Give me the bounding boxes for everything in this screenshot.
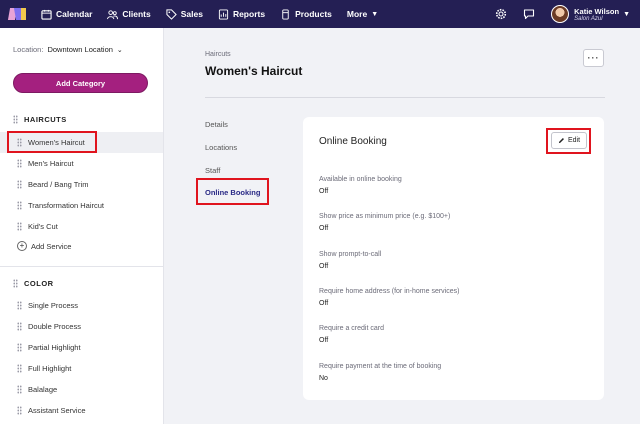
add-service-label: Add Service (31, 241, 72, 251)
service-label: Transformation Haircut (28, 201, 104, 210)
service-label: Beard / Bang Trim (28, 180, 89, 189)
location-label: Location: (13, 45, 44, 54)
user-menu[interactable]: Katie Wilson Salon Azul (574, 7, 619, 22)
service-item-balalage[interactable]: Balalage (0, 379, 163, 400)
drag-handle-icon[interactable] (17, 385, 22, 394)
setting-value-prompt-to-call: Off (319, 263, 329, 270)
service-label: Full Highlight (28, 364, 72, 373)
nav-calendar-label: Calendar (56, 9, 93, 19)
service-item-kids-cut[interactable]: Kid's Cut (0, 216, 163, 237)
drag-handle-icon[interactable] (17, 159, 22, 168)
service-item-assistant-service[interactable]: Assistant Service (0, 400, 163, 421)
service-item-partial-highlight[interactable]: Partial Highlight (0, 337, 163, 358)
nav-sales-label: Sales (180, 9, 203, 19)
highlight-box-edit (546, 128, 591, 154)
chevron-down-icon: ⌄ (116, 46, 123, 54)
service-label: Partial Highlight (28, 343, 81, 352)
setting-value-home-address: Off (319, 300, 329, 307)
service-item-single-process[interactable]: Single Process (0, 295, 163, 316)
settings-gear-icon[interactable] (487, 0, 515, 28)
user-chevron-down-icon[interactable]: ▼ (623, 11, 630, 18)
drag-handle-icon[interactable] (17, 322, 22, 331)
clients-icon (107, 9, 119, 20)
setting-label-available: Available in online booking (319, 176, 402, 183)
drag-handle-icon[interactable] (17, 364, 22, 373)
drag-handle-icon[interactable] (17, 222, 22, 231)
service-item-beard-bang-trim[interactable]: Beard / Bang Trim (0, 174, 163, 195)
nav-products[interactable]: Products (280, 8, 332, 20)
calendar-icon (41, 9, 52, 20)
service-label: Double Process (28, 322, 81, 331)
service-item-full-highlight[interactable]: Full Highlight (0, 358, 163, 379)
highlight-box-womens-haircut (7, 131, 97, 153)
drag-handle-icon[interactable] (13, 115, 18, 124)
setting-label-credit-card: Require a credit card (319, 325, 384, 332)
drag-handle-icon[interactable] (17, 406, 22, 415)
add-service-button[interactable]: + Add Service (17, 241, 71, 251)
subnav-staff[interactable]: Staff (205, 166, 220, 175)
drag-handle-icon[interactable] (17, 180, 22, 189)
setting-label-payment-at-booking: Require payment at the time of booking (319, 363, 442, 370)
drag-handle-icon[interactable] (17, 201, 22, 210)
products-icon (280, 8, 291, 20)
setting-value-payment-at-booking: No (319, 375, 328, 382)
nav-clients-label: Clients (122, 9, 151, 19)
sidebar: Location: Downtown Location ⌄ Add Catego… (0, 28, 164, 424)
category-header-haircuts[interactable]: HAIRCUTS (13, 115, 67, 124)
top-nav: Calendar Clients Sales Reports Products … (0, 0, 640, 28)
more-options-button[interactable]: ··· (583, 49, 604, 67)
user-avatar[interactable] (551, 5, 570, 23)
location-selector[interactable]: Location: Downtown Location ⌄ (13, 45, 123, 54)
plus-circle-icon: + (17, 241, 27, 251)
add-category-button[interactable]: Add Category (13, 73, 148, 93)
nav-more[interactable]: More ▼ (347, 9, 378, 19)
setting-label-min-price: Show price as minimum price (e.g. $100+) (319, 213, 451, 220)
location-value: Downtown Location (47, 45, 113, 54)
category-name: COLOR (24, 279, 54, 288)
setting-value-credit-card: Off (319, 337, 329, 344)
subnav-locations[interactable]: Locations (205, 143, 237, 152)
service-item-transformation-haircut[interactable]: Transformation Haircut (0, 195, 163, 216)
page-title: Women's Haircut (205, 64, 303, 78)
nav-calendar[interactable]: Calendar (41, 9, 92, 20)
category-name: HAIRCUTS (24, 115, 67, 124)
user-name: Katie Wilson (574, 6, 620, 16)
card-title: Online Booking (319, 136, 387, 147)
service-label: Men's Haircut (28, 159, 74, 168)
app-logo[interactable] (7, 7, 27, 21)
category-header-color[interactable]: COLOR (13, 279, 54, 288)
chat-icon[interactable] (515, 0, 543, 28)
header-divider (205, 97, 605, 98)
breadcrumb[interactable]: Haircuts (205, 51, 231, 58)
service-label: Single Process (28, 301, 79, 310)
subnav-details[interactable]: Details (205, 120, 228, 129)
service-label: Assistant Service (28, 406, 86, 415)
service-label: Kid's Cut (28, 222, 58, 231)
setting-value-available: Off (319, 188, 329, 195)
online-booking-card: Online Booking Edit Available in online … (303, 117, 604, 400)
drag-handle-icon[interactable] (17, 343, 22, 352)
user-salon: Salon Azul (574, 15, 603, 22)
sales-tag-icon (166, 8, 177, 20)
nav-reports[interactable]: Reports (218, 8, 266, 20)
service-item-mens-haircut[interactable]: Men's Haircut (0, 153, 163, 174)
drag-handle-icon[interactable] (13, 279, 18, 288)
chevron-down-icon: ▼ (371, 10, 379, 18)
service-label: Balalage (28, 385, 58, 394)
drag-handle-icon[interactable] (17, 301, 22, 310)
setting-label-prompt-to-call: Show prompt-to-call (319, 251, 382, 258)
highlight-box-online-booking (196, 178, 269, 205)
nav-sales[interactable]: Sales (166, 8, 203, 20)
nav-right-group: Katie Wilson Salon Azul ▼ (487, 0, 640, 28)
setting-value-min-price: Off (319, 225, 329, 232)
nav-clients[interactable]: Clients (107, 9, 151, 20)
category-divider (0, 266, 163, 267)
service-item-double-process[interactable]: Double Process (0, 316, 163, 337)
setting-label-home-address: Require home address (for in-home servic… (319, 288, 460, 295)
nav-reports-label: Reports (232, 9, 266, 19)
nav-products-label: Products (295, 9, 332, 19)
nav-more-label: More (346, 9, 368, 19)
reports-icon (218, 8, 229, 20)
